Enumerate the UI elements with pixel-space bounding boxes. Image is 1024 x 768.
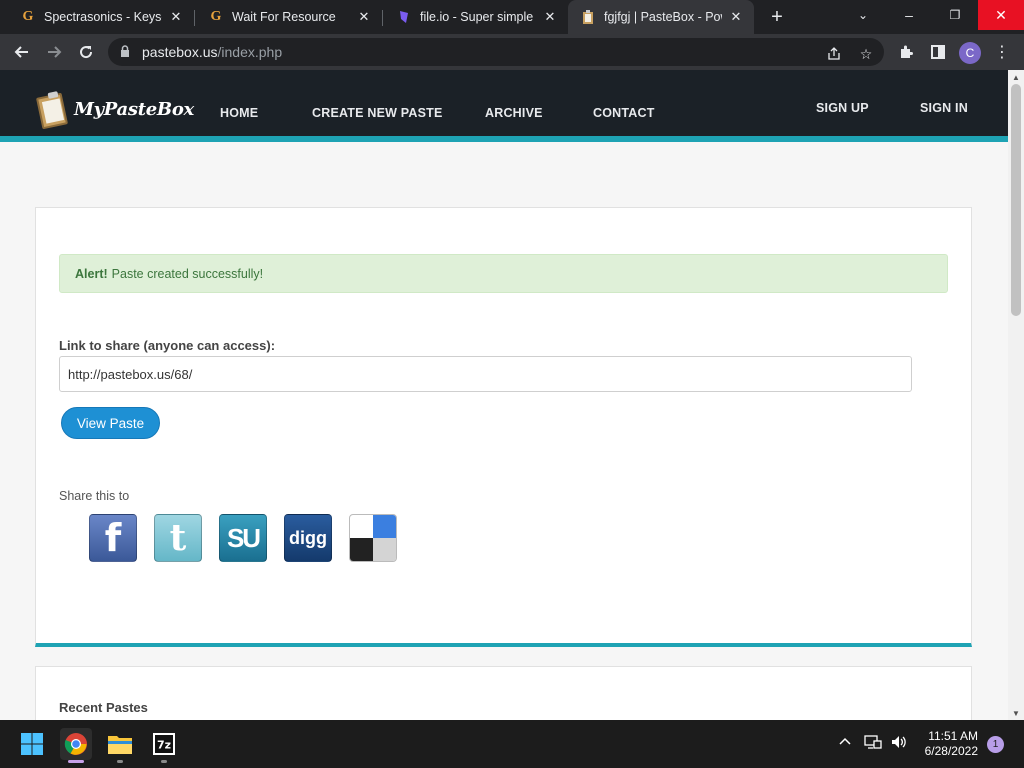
side-panel-icon[interactable] (924, 38, 952, 66)
tab-spectrasonics[interactable]: G Spectrasonics - Keyscape ✕ (0, 0, 194, 34)
windows-start-icon[interactable] (16, 728, 48, 760)
menu-kebab-icon[interactable]: ⋮ (988, 38, 1016, 66)
tab-title: file.io - Super simple file sharing (420, 10, 536, 24)
lock-icon (120, 44, 134, 60)
svg-text:7z: 7z (157, 739, 171, 752)
bookmark-star-icon[interactable]: ☆ (854, 42, 878, 66)
share-icon[interactable] (822, 42, 846, 66)
windows-taskbar: 7z 11:51 AM 6/28/2022 1 (0, 720, 1024, 768)
address-bar[interactable]: pastebox.us/index.php ☆ (108, 38, 884, 66)
success-alert: Alert! Paste created successfully! (59, 254, 948, 293)
recent-pastes-card: Recent Pastes (35, 666, 972, 720)
nav-create-new-paste[interactable]: CREATE NEW PASTE (312, 106, 443, 120)
tab-title: Wait For Resource (232, 10, 336, 24)
tab-wait-for-resource[interactable]: G Wait For Resource ✕ (194, 0, 382, 34)
browser-toolbar: pastebox.us/index.php ☆ ⋮ (0, 34, 1024, 70)
tab-search-icon[interactable]: ⌄ (840, 0, 886, 30)
active-app-indicator (68, 760, 84, 763)
scroll-down-icon[interactable]: ▼ (1008, 706, 1024, 720)
nav-contact[interactable]: CONTACT (593, 106, 655, 120)
pastebox-icon (580, 9, 596, 25)
minimize-icon[interactable]: – (886, 0, 932, 30)
twitter-icon[interactable]: t (154, 514, 202, 562)
close-tab-icon[interactable]: ✕ (728, 9, 744, 25)
delicious-icon[interactable] (349, 514, 397, 562)
nav-archive[interactable]: ARCHIVE (485, 106, 543, 120)
chrome-taskbar-icon[interactable] (60, 728, 92, 760)
7zip-icon[interactable]: 7z (148, 728, 180, 760)
site-logo[interactable]: MyPasteBox (35, 90, 194, 130)
nav-home[interactable]: HOME (220, 106, 258, 120)
header-accent-stripe (0, 136, 1008, 142)
scroll-up-icon[interactable]: ▲ (1008, 70, 1024, 84)
close-window-icon[interactable]: ✕ (978, 0, 1024, 30)
google-favicon-icon: G (210, 9, 222, 24)
back-icon[interactable] (8, 38, 36, 66)
file-io-icon (396, 9, 412, 25)
alert-message: Paste created successfully! (111, 266, 264, 281)
share-this-label: Share this to (59, 489, 130, 503)
tab-strip: G Spectrasonics - Keyscape ✕ G Wait For … (0, 0, 1024, 34)
url-host: pastebox.us (142, 44, 218, 60)
digg-icon[interactable]: digg (284, 514, 332, 562)
page-viewport: MyPasteBox HOME CREATE NEW PASTE ARCHIVE… (0, 70, 1008, 720)
file-explorer-icon[interactable] (104, 728, 136, 760)
network-icon[interactable] (864, 734, 882, 753)
nav-sign-up[interactable]: SIGN UP (816, 101, 869, 115)
share-link-label: Link to share (anyone can access): (59, 338, 276, 353)
profile-avatar[interactable]: C (959, 42, 981, 64)
clock-time: 11:51 AM (928, 729, 978, 743)
tab-title: fgjfgj | PasteBox - Powered (604, 10, 722, 24)
tab-file-io[interactable]: file.io - Super simple file sharing ✕ (382, 0, 568, 34)
tab-pastebox[interactable]: fgjfgj | PasteBox - Powered ✕ (568, 0, 754, 34)
reload-icon[interactable] (72, 38, 100, 66)
logo-text: MyPasteBox (74, 98, 194, 120)
new-tab-button[interactable]: + (765, 5, 789, 29)
app-running-indicator (117, 760, 123, 763)
scrollbar-thumb[interactable] (1011, 84, 1021, 316)
close-tab-icon[interactable]: ✕ (168, 9, 184, 25)
facebook-icon[interactable]: f (89, 514, 137, 562)
clock-date: 6/28/2022 (924, 744, 978, 758)
app-running-indicator (161, 760, 167, 763)
close-tab-icon[interactable]: ✕ (356, 9, 372, 25)
restore-icon[interactable]: ❐ (932, 0, 978, 30)
view-paste-button[interactable]: View Paste (61, 407, 160, 439)
system-clock[interactable]: 11:51 AM 6/28/2022 (918, 729, 978, 759)
close-tab-icon[interactable]: ✕ (542, 9, 558, 25)
tab-title: Spectrasonics - Keyscape (44, 10, 162, 24)
site-header: MyPasteBox HOME CREATE NEW PASTE ARCHIVE… (0, 70, 1008, 142)
forward-icon[interactable] (40, 38, 68, 66)
share-link-input[interactable] (59, 356, 912, 392)
stumbleupon-icon[interactable]: SU (219, 514, 267, 562)
alert-strong: Alert! (75, 266, 108, 281)
volume-icon[interactable] (890, 734, 908, 753)
recent-pastes-title: Recent Pastes (59, 700, 148, 715)
paste-result-card: Alert! Paste created successfully! Link … (35, 207, 972, 647)
page-scrollbar[interactable]: ▲ ▼ (1008, 70, 1024, 720)
google-favicon-icon: G (22, 9, 34, 24)
extensions-icon[interactable] (892, 38, 920, 66)
notification-badge[interactable]: 1 (987, 736, 1004, 753)
nav-sign-in[interactable]: SIGN IN (920, 101, 968, 115)
show-hidden-icons-icon[interactable] (838, 734, 852, 751)
clipboard-icon (35, 90, 69, 130)
url-path: /index.php (217, 44, 283, 60)
